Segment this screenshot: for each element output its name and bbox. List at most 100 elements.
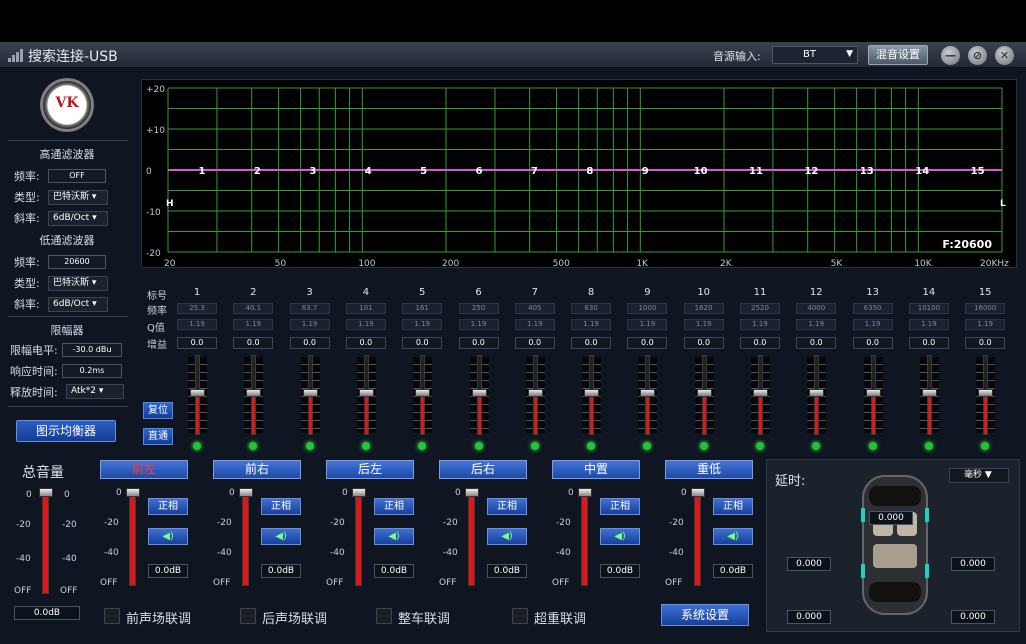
volume-knob[interactable]	[239, 488, 253, 497]
channel-volume-slider[interactable]	[129, 490, 136, 586]
band-q-field[interactable]: 1.19	[233, 319, 274, 330]
band-freq-field[interactable]: 63.7	[289, 303, 330, 314]
band-freq-field[interactable]: 250	[458, 303, 499, 314]
slider-knob[interactable]	[640, 389, 656, 397]
band-freq-field[interactable]: 6350	[852, 303, 893, 314]
hp-slope-select[interactable]: 6dB/Oct ▾	[48, 211, 108, 226]
close-icon[interactable]: ✕	[995, 46, 1014, 65]
speaker-icon[interactable]: ◀)	[374, 528, 414, 545]
band-gain-field[interactable]: 0.0	[345, 337, 386, 349]
channel-name-button[interactable]: 重低	[665, 460, 753, 479]
eq-response-graph[interactable]: +20 +10 0 -10 -20 20 50 100 200 500 1K 2K 5K 10K 20KHz…	[141, 79, 1017, 269]
lp-slope-select[interactable]: 6dB/Oct ▾	[48, 297, 108, 312]
channel-volume-value[interactable]: 0.0dB	[374, 564, 414, 578]
band-freq-field[interactable]: 101	[345, 303, 386, 314]
speaker-icon[interactable]: ◀)	[600, 528, 640, 545]
band-freq-field[interactable]: 405	[514, 303, 555, 314]
channel-name-button[interactable]: 后左	[326, 460, 414, 479]
master-volume-value[interactable]: 0.0dB	[14, 606, 80, 620]
slider-knob[interactable]	[415, 389, 431, 397]
band-q-field[interactable]: 1.19	[458, 319, 499, 330]
volume-knob[interactable]	[126, 488, 140, 497]
band-gain-field[interactable]: 0.0	[514, 337, 555, 349]
delay-rear-right[interactable]: 0.000	[951, 610, 995, 624]
slider-knob[interactable]	[753, 389, 768, 397]
volume-knob[interactable]	[352, 488, 366, 497]
channel-volume-slider[interactable]	[581, 490, 588, 586]
slider-knob[interactable]	[246, 389, 262, 397]
car-link-checkbox[interactable]: 整车联调	[376, 608, 450, 627]
delay-front-right[interactable]: 0.000	[951, 557, 995, 571]
system-settings-button[interactable]: 系统设置	[661, 604, 749, 626]
band-freq-field[interactable]: 10100	[908, 303, 949, 314]
checkbox-box[interactable]	[104, 608, 120, 624]
rear-link-checkbox[interactable]: 后声场联调	[240, 608, 327, 627]
band-freq-field[interactable]: 161	[402, 303, 443, 314]
lp-freq-field[interactable]: 20600	[48, 255, 106, 269]
band-gain-field[interactable]: 0.0	[908, 337, 949, 349]
slider-knob[interactable]	[584, 389, 600, 397]
band-gain-field[interactable]: 0.0	[852, 337, 893, 349]
slider-knob[interactable]	[696, 389, 712, 397]
channel-volume-value[interactable]: 0.0dB	[600, 564, 640, 578]
channel-volume-slider[interactable]	[694, 490, 701, 586]
speaker-icon[interactable]: ◀)	[148, 528, 188, 545]
channel-volume-value[interactable]: 0.0dB	[713, 564, 753, 578]
band-gain-field[interactable]: 0.0	[965, 337, 1006, 349]
slider-knob[interactable]	[865, 389, 881, 397]
band-gain-field[interactable]: 0.0	[571, 337, 612, 349]
sub-link-checkbox[interactable]: 超重联调	[512, 608, 586, 627]
phase-button[interactable]: 正相	[487, 498, 527, 515]
band-q-field[interactable]: 1.19	[289, 319, 330, 330]
slider-knob[interactable]	[978, 389, 994, 397]
band-gain-field[interactable]: 0.0	[627, 337, 668, 349]
checkbox-box[interactable]	[376, 608, 392, 624]
band-q-field[interactable]: 1.19	[402, 319, 443, 330]
volume-knob[interactable]	[465, 488, 479, 497]
speaker-icon[interactable]: ◀)	[261, 528, 301, 545]
band-q-field[interactable]: 1.19	[345, 319, 386, 330]
slider-knob[interactable]	[190, 389, 205, 397]
slider-knob[interactable]	[809, 389, 825, 397]
band-gain-field[interactable]: 0.0	[740, 337, 780, 349]
graphic-eq-button[interactable]: 图示均衡器	[16, 420, 116, 442]
volume-knob[interactable]	[578, 488, 592, 497]
band-gain-field[interactable]: 0.0	[177, 337, 217, 349]
phase-button[interactable]: 正相	[600, 498, 640, 515]
slider-knob[interactable]	[527, 389, 543, 397]
channel-name-button[interactable]: 中置	[552, 460, 640, 479]
band-freq-field[interactable]: 2520	[740, 303, 780, 314]
channel-volume-slider[interactable]	[355, 490, 362, 586]
channel-volume-value[interactable]: 0.0dB	[148, 564, 188, 578]
front-link-checkbox[interactable]: 前声场联调	[104, 608, 191, 627]
checkbox-box[interactable]	[512, 608, 528, 624]
channel-name-button[interactable]: 前左	[100, 460, 188, 479]
channel-name-button[interactable]: 前右	[213, 460, 301, 479]
delay-rear-left[interactable]: 0.000	[787, 610, 831, 624]
speaker-icon[interactable]: ◀)	[713, 528, 753, 545]
band-q-field[interactable]: 1.19	[796, 319, 837, 330]
channel-name-button[interactable]: 后右	[439, 460, 527, 479]
hp-freq-field[interactable]: OFF	[48, 169, 106, 183]
slider-knob[interactable]	[302, 389, 318, 397]
phase-button[interactable]: 正相	[261, 498, 301, 515]
band-q-field[interactable]: 1.19	[908, 319, 949, 330]
band-q-field[interactable]: 1.19	[571, 319, 612, 330]
band-freq-field[interactable]: 1620	[683, 303, 724, 314]
release-select[interactable]: Atk*2 ▾	[66, 384, 124, 399]
band-freq-field[interactable]: 16000	[965, 303, 1006, 314]
band-gain-field[interactable]: 0.0	[683, 337, 724, 349]
minimize-icon[interactable]: —	[941, 46, 960, 65]
bypass-button[interactable]: 直通	[143, 428, 173, 445]
band-gain-field[interactable]: 0.0	[458, 337, 499, 349]
band-q-field[interactable]: 1.19	[177, 319, 217, 330]
band-freq-field[interactable]: 1000	[627, 303, 668, 314]
band-q-field[interactable]: 1.19	[514, 319, 555, 330]
channel-volume-value[interactable]: 0.0dB	[487, 564, 527, 578]
speaker-icon[interactable]: ◀)	[487, 528, 527, 545]
band-q-field[interactable]: 1.19	[852, 319, 893, 330]
delay-unit-select[interactable]: 毫秒 ▼	[949, 468, 1009, 483]
channel-volume-value[interactable]: 0.0dB	[261, 564, 301, 578]
delay-front-left[interactable]: 0.000	[787, 557, 831, 571]
band-q-field[interactable]: 1.19	[627, 319, 668, 330]
